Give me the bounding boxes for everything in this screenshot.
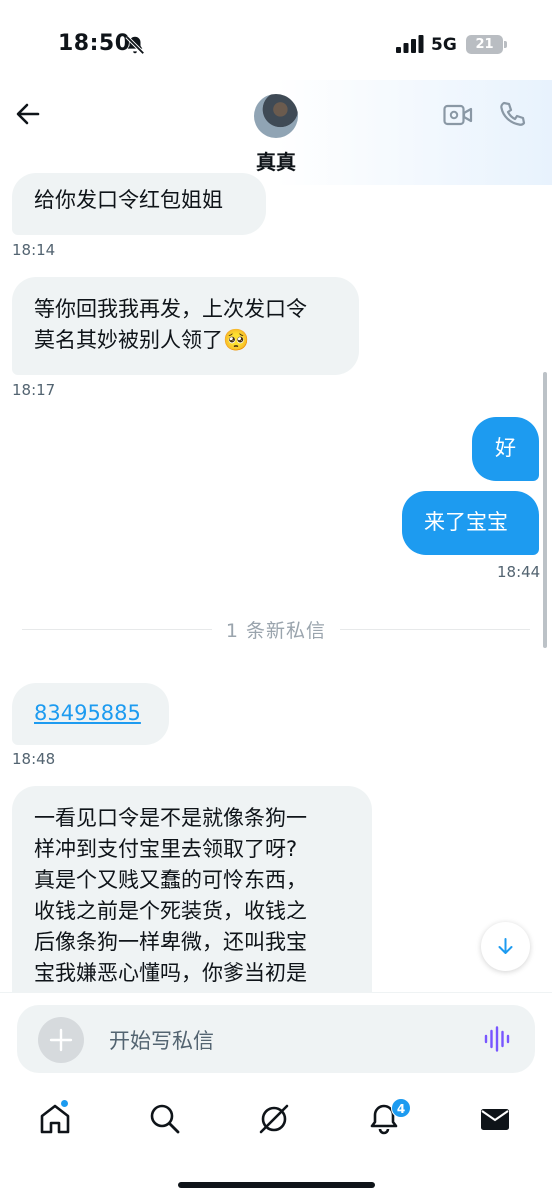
conversation-header: 真真 (0, 80, 552, 185)
voice-icon[interactable] (483, 1026, 511, 1052)
message-link[interactable]: 83495885 (34, 701, 141, 725)
phone-icon[interactable] (498, 100, 526, 128)
message-timestamp: 18:17 (12, 381, 56, 399)
message-timestamp: 18:44 (497, 563, 541, 581)
message-bubble-incoming[interactable]: 等你回我我再发，上次发口令 莫名其妙被别人领了🥺 (12, 277, 359, 375)
home-unread-dot (60, 1099, 69, 1108)
message-text: 好 (495, 436, 516, 460)
message-bubble-incoming[interactable]: 一看见口令是不是就像条狗一 样冲到支付宝里去领取了呀? 真是个又贱又蠢的可怜东西… (12, 786, 372, 1016)
home-indicator (178, 1182, 375, 1188)
status-time: 18:50 (58, 31, 131, 56)
message-text: 来了宝宝 (424, 510, 508, 534)
signal-icon (396, 35, 424, 53)
plus-icon (49, 1028, 73, 1052)
search-icon[interactable] (148, 1102, 182, 1136)
message-composer[interactable]: 开始写私信 (17, 1005, 535, 1073)
message-bubble-incoming[interactable]: 给你发口令红包姐姐 (12, 173, 266, 235)
message-text-line: 后像条狗一样卑微，还叫我宝 (34, 930, 307, 954)
scrollbar[interactable] (543, 372, 547, 648)
mail-icon[interactable] (478, 1102, 512, 1136)
divider-line (340, 629, 530, 630)
notifications-badge: 4 (391, 1098, 411, 1118)
back-arrow-icon[interactable] (14, 100, 42, 128)
message-text-line: 等你回我我再发，上次发口令 (34, 297, 307, 321)
message-timestamp: 18:48 (12, 750, 56, 768)
avatar[interactable] (254, 94, 298, 138)
status-bar: 18:50 5G 21 (0, 0, 552, 90)
message-text-line: 收钱之前是个死装货，收钱之 (34, 899, 307, 923)
scroll-down-icon (498, 938, 513, 954)
message-text-line: 样冲到支付宝里去领取了呀? (34, 837, 298, 861)
message-bubble-outgoing[interactable]: 好 (472, 417, 539, 481)
contact-name[interactable]: 真真 (0, 146, 552, 175)
grok-icon[interactable] (257, 1102, 291, 1136)
message-timestamp: 18:14 (12, 241, 56, 259)
scroll-to-bottom-button[interactable] (481, 922, 530, 971)
message-bubble-outgoing[interactable]: 来了宝宝 (402, 491, 539, 555)
video-call-icon[interactable] (443, 102, 473, 128)
add-media-button[interactable] (38, 1017, 84, 1063)
message-bubble-incoming[interactable]: 83495885 (12, 683, 169, 745)
bell-slash-icon (125, 35, 145, 55)
message-text-line: 莫名其妙被别人领了🥺 (34, 328, 250, 352)
message-text-line: 一看见口令是不是就像条狗一 (34, 806, 307, 830)
message-text: 给你发口令红包姐姐 (34, 188, 223, 212)
battery-icon: 21 (466, 35, 507, 54)
message-text-line: 宝我嫌恶心懂吗，你爹当初是 (34, 961, 307, 985)
message-input[interactable]: 开始写私信 (109, 1025, 214, 1055)
network-type: 5G (431, 35, 457, 55)
battery-level: 21 (475, 37, 494, 52)
message-text-line: 真是个又贱又蠢的可怜东西， (34, 868, 307, 892)
bottom-tab-bar: 4 (0, 1084, 552, 1200)
